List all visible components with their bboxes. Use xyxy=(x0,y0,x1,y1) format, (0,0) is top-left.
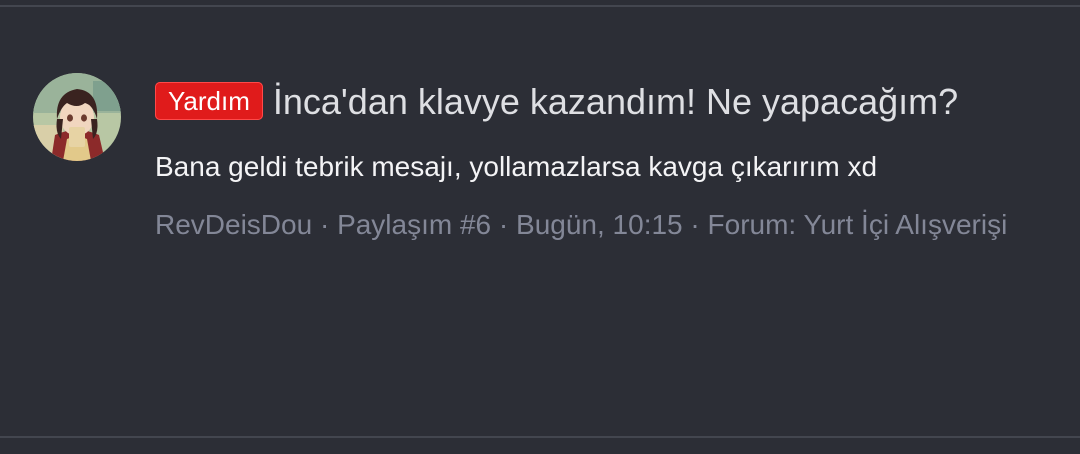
prefix-badge[interactable]: Yardım xyxy=(155,82,263,120)
author-link[interactable]: RevDeisDou xyxy=(155,209,312,240)
forum-link[interactable]: Forum: Yurt İçi Alışverişi xyxy=(708,209,1008,240)
avatar[interactable] xyxy=(33,73,121,161)
meta-separator: · xyxy=(682,209,708,240)
post-number-link[interactable]: Paylaşım #6 xyxy=(337,209,491,240)
meta-separator: · xyxy=(491,209,517,240)
bottom-divider xyxy=(0,436,1080,438)
meta-separator: · xyxy=(312,209,338,240)
thread-title-line: Yardım İnca'dan klavye kazandım! Ne yapac… xyxy=(155,70,1035,134)
thread-content: Yardım İnca'dan klavye kazandım! Ne yapac… xyxy=(155,70,1035,250)
thread-list-item[interactable]: Yardım İnca'dan klavye kazandım! Ne yapac… xyxy=(0,0,1080,436)
thread-meta: RevDeisDou · Paylaşım #6 · Bugün, 10:15 … xyxy=(155,199,1035,250)
thread-title[interactable]: İnca'dan klavye kazandım! Ne yapacağım? xyxy=(273,81,958,122)
avatar-image xyxy=(33,73,121,161)
thread-snippet: Bana geldi tebrik mesajı, yollamazlarsa … xyxy=(155,151,878,182)
post-date: Bugün, 10:15 xyxy=(516,209,683,240)
